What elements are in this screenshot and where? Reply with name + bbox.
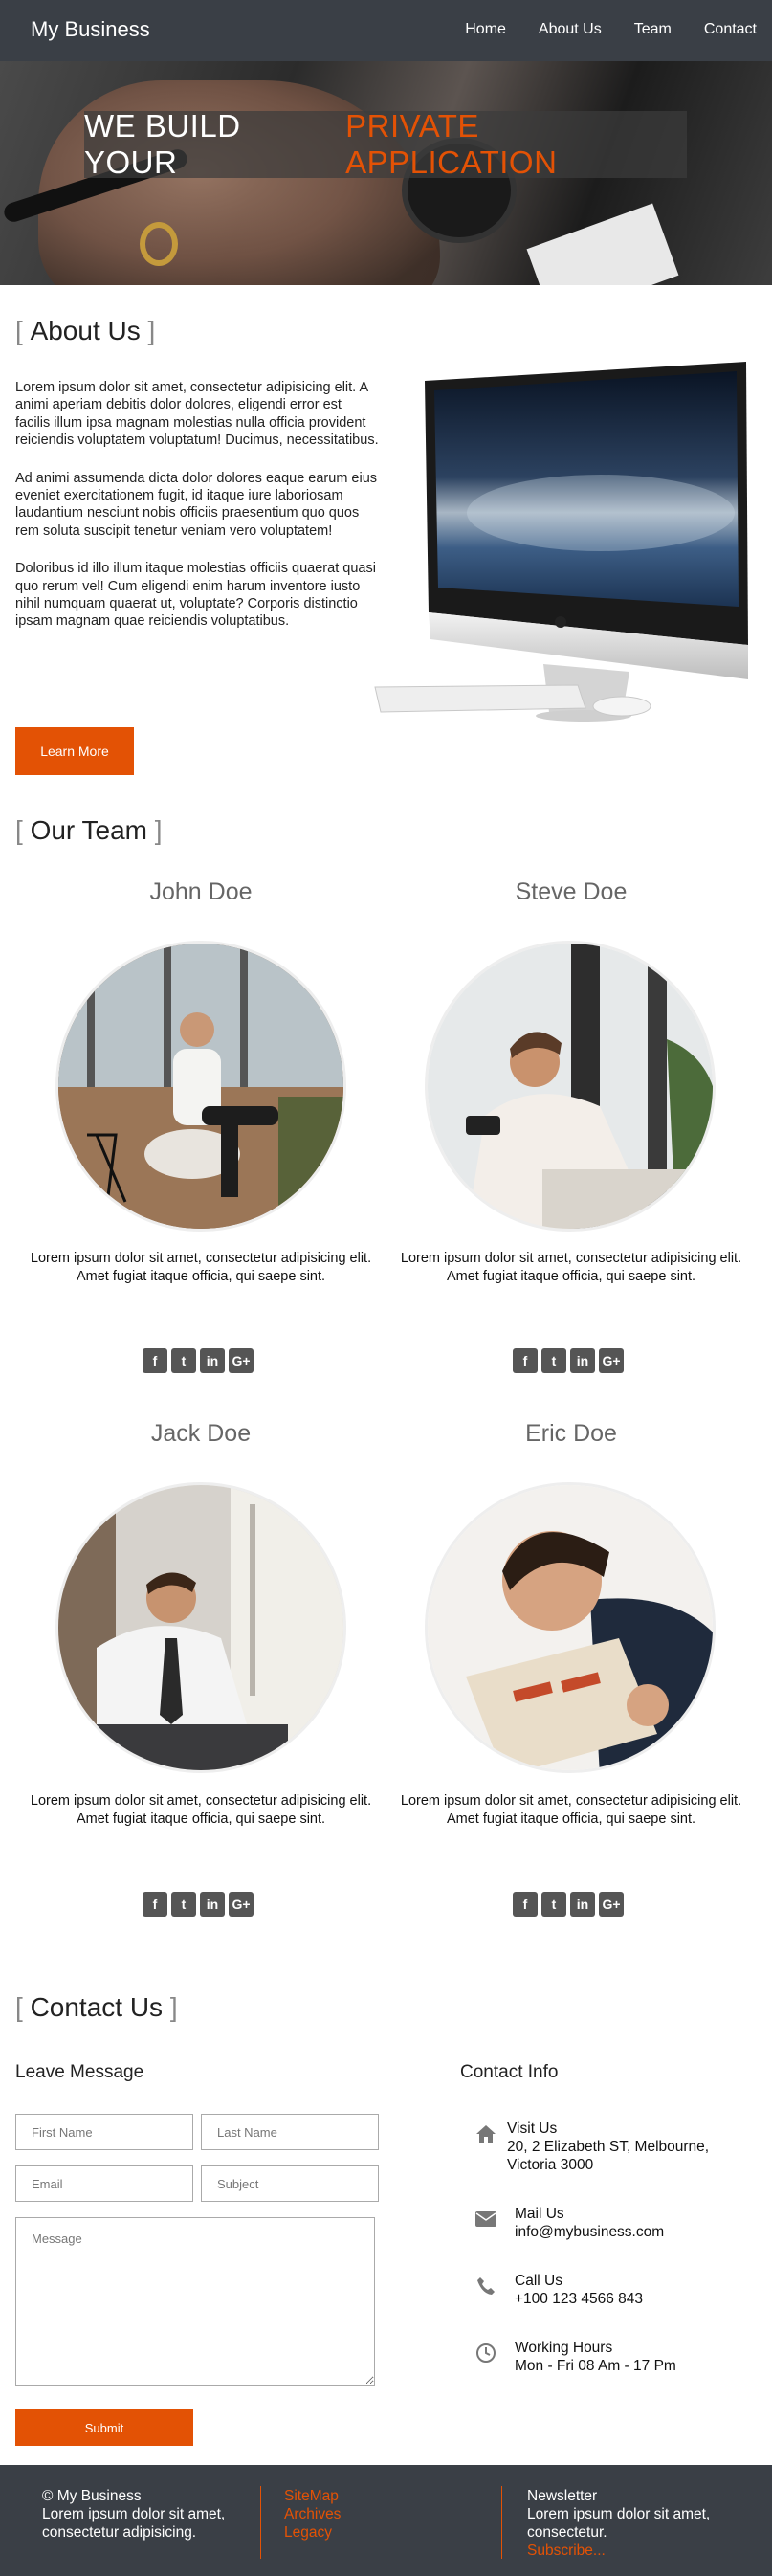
google-plus-icon[interactable]: G+ — [599, 1348, 624, 1373]
footer: © My Business Lorem ipsum dolor sit amet… — [0, 2465, 772, 2576]
member-desc-john: Lorem ipsum dolor sit amet, consectetur … — [30, 1251, 372, 1284]
footer-copyright: © My Business — [42, 2488, 142, 2504]
nav-link-about[interactable]: About Us — [539, 21, 602, 38]
linkedin-icon[interactable]: in — [200, 1348, 225, 1373]
brand-logo[interactable]: My Business — [31, 17, 150, 42]
twitter-icon[interactable]: t — [541, 1892, 566, 1917]
hero-title-white: WE BUILD YOUR — [84, 108, 241, 180]
facebook-icon[interactable]: f — [513, 1892, 538, 1917]
imac-image — [374, 362, 748, 722]
hero-headline: WE BUILD YOUR PRIVATE APPLICATION — [84, 108, 687, 180]
linkedin-icon[interactable]: in — [570, 1892, 595, 1917]
nav-link-team[interactable]: Team — [634, 21, 672, 38]
member-name-eric: Eric Doe — [525, 1420, 617, 1447]
twitter-icon[interactable]: t — [171, 1892, 196, 1917]
member-desc-eric: Lorem ipsum dolor sit amet, consectetur … — [400, 1793, 742, 1827]
contact-info-title: Contact Info — [460, 2062, 559, 2082]
first-name-input[interactable] — [15, 2114, 193, 2150]
member-socials-john: f t in G+ — [143, 1348, 254, 1373]
member-desc-steve: Lorem ipsum dolor sit amet, consectetur … — [400, 1251, 742, 1284]
call-label: Call Us — [515, 2273, 562, 2289]
member-name-jack: Jack Doe — [150, 1420, 252, 1447]
newsletter-line2: consectetur. — [527, 2523, 607, 2541]
envelope-icon — [473, 2206, 499, 2232]
contact-hours: Working Hours Mon - Fri 08 Am - 17 Pm — [473, 2340, 676, 2376]
member-socials-eric: f t in G+ — [513, 1892, 624, 1917]
subscribe-link[interactable]: Subscribe... — [527, 2543, 710, 2561]
footer-link-sitemap[interactable]: SiteMap — [284, 2488, 341, 2506]
member-avatar-eric — [425, 1482, 716, 1773]
footer-link-archives[interactable]: Archives — [284, 2506, 341, 2524]
member-socials-jack: f t in G+ — [143, 1892, 254, 1917]
linkedin-icon[interactable]: in — [200, 1892, 225, 1917]
phone-icon — [473, 2273, 499, 2299]
nav-links: Home About Us Team Contact — [432, 21, 757, 38]
nav-link-contact[interactable]: Contact — [704, 21, 757, 38]
visit-label: Visit Us — [507, 2121, 558, 2137]
footer-divider — [260, 2486, 261, 2559]
facebook-icon[interactable]: f — [513, 1348, 538, 1373]
hero-banner: WE BUILD YOUR PRIVATE APPLICATION — [0, 61, 772, 285]
google-plus-icon[interactable]: G+ — [229, 1892, 254, 1917]
about-paragraph-1: Lorem ipsum dolor sit amet, consectetur … — [15, 380, 379, 449]
contact-section-title: [ Contact Us ] — [15, 1992, 178, 2022]
member-socials-steve: f t in G+ — [513, 1348, 624, 1373]
footer-newsletter: Newsletter Lorem ipsum dolor sit amet, c… — [527, 2488, 710, 2561]
newsletter-line1: Lorem ipsum dolor sit amet, — [527, 2505, 711, 2522]
member-name-steve: Steve Doe — [515, 878, 628, 905]
twitter-icon[interactable]: t — [541, 1348, 566, 1373]
clock-icon — [473, 2340, 499, 2366]
email-input[interactable] — [15, 2165, 193, 2202]
leave-message-title: Leave Message — [15, 2062, 144, 2082]
about-section-title: [ About Us ] — [15, 316, 156, 345]
footer-about: © My Business Lorem ipsum dolor sit amet… — [42, 2488, 225, 2543]
about-paragraph-3: Doloribus id illo illum itaque molestias… — [15, 561, 376, 630]
navbar: My Business Home About Us Team Contact — [0, 0, 772, 61]
about-text: Lorem ipsum dolor sit amet, consectetur … — [15, 379, 379, 651]
member-avatar-jack — [55, 1482, 346, 1773]
member-avatar-steve — [425, 941, 716, 1232]
message-textarea[interactable] — [15, 2217, 375, 2386]
mail-label: Mail Us — [515, 2206, 564, 2222]
footer-desc-line1: Lorem ipsum dolor sit amet, — [42, 2505, 226, 2522]
hero-title-orange: PRIVATE APPLICATION — [345, 108, 558, 180]
member-avatar-john — [55, 941, 346, 1232]
last-name-input[interactable] — [201, 2114, 379, 2150]
contact-call: Call Us +100 123 4566 843 — [473, 2273, 643, 2309]
subject-input[interactable] — [201, 2165, 379, 2202]
google-plus-icon[interactable]: G+ — [229, 1348, 254, 1373]
call-value[interactable]: +100 123 4566 843 — [515, 2291, 643, 2309]
footer-links: SiteMap Archives Legacy — [284, 2488, 341, 2543]
facebook-icon[interactable]: f — [143, 1348, 167, 1373]
submit-button[interactable]: Submit — [15, 2409, 193, 2446]
hours-label: Working Hours — [515, 2340, 613, 2356]
member-name-john: John Doe — [149, 878, 253, 905]
learn-more-button[interactable]: Learn More — [15, 727, 134, 775]
twitter-icon[interactable]: t — [171, 1348, 196, 1373]
contact-visit: Visit Us 20, 2 Elizabeth ST, Melbourne, … — [473, 2121, 709, 2175]
google-plus-icon[interactable]: G+ — [599, 1892, 624, 1917]
footer-desc-line2: consectetur adipisicing. — [42, 2523, 197, 2541]
visit-address-line1: 20, 2 Elizabeth ST, Melbourne, — [507, 2138, 710, 2155]
facebook-icon[interactable]: f — [143, 1892, 167, 1917]
linkedin-icon[interactable]: in — [570, 1348, 595, 1373]
newsletter-title: Newsletter — [527, 2488, 598, 2504]
home-icon — [473, 2121, 499, 2147]
contact-mail: Mail Us info@mybusiness.com — [473, 2206, 664, 2242]
mail-value[interactable]: info@mybusiness.com — [515, 2224, 664, 2242]
footer-divider — [501, 2486, 502, 2559]
visit-address-line2: Victoria 3000 — [507, 2156, 594, 2173]
hours-value: Mon - Fri 08 Am - 17 Pm — [515, 2357, 676, 2374]
member-desc-jack: Lorem ipsum dolor sit amet, consectetur … — [30, 1793, 372, 1827]
footer-link-legacy[interactable]: Legacy — [284, 2524, 341, 2543]
about-paragraph-2: Ad animi assumenda dicta dolor dolores e… — [15, 470, 378, 539]
nav-link-home[interactable]: Home — [465, 21, 506, 38]
team-section-title: [ Our Team ] — [15, 815, 163, 845]
